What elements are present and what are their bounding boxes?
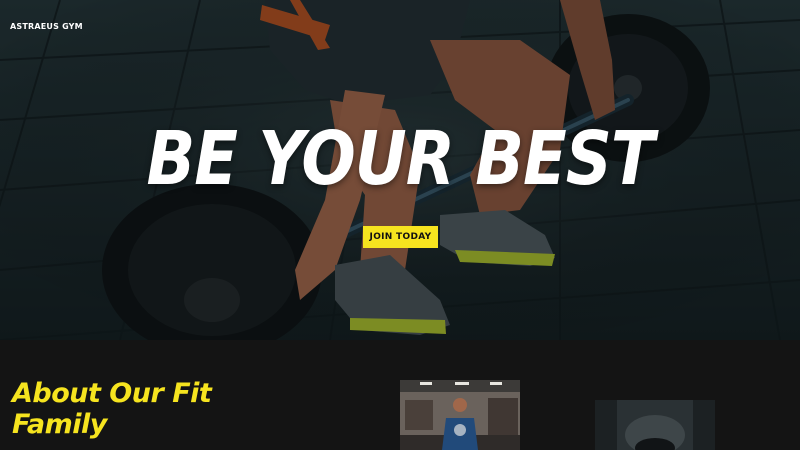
about-title: About Our Fit Family [12, 378, 212, 440]
hero-section: ASTRAEUS GYM BE YOUR BEST JOIN TODAY [0, 0, 800, 340]
about-section: About Our Fit Family [0, 340, 800, 450]
join-today-button[interactable]: JOIN TODAY [363, 226, 438, 248]
hero-headline: BE YOUR BEST [146, 117, 654, 203]
gym-photo-athlete [595, 400, 715, 450]
gym-photo-trainer [400, 380, 520, 450]
brand-logo[interactable]: ASTRAEUS GYM [10, 22, 83, 31]
